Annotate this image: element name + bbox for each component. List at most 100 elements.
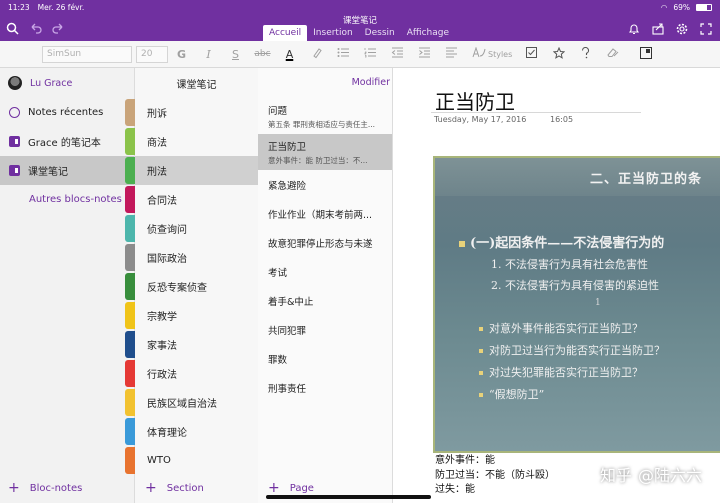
underline-button[interactable]: S (222, 48, 249, 61)
page-item[interactable]: 罪数 (258, 344, 392, 373)
full-width-icon[interactable] (632, 46, 659, 62)
tab-dessin[interactable]: Dessin (359, 25, 401, 41)
section-item[interactable]: 侦查询问 (125, 214, 258, 243)
bullet-list-icon[interactable] (330, 47, 357, 61)
section-item[interactable]: 宗教学 (125, 301, 258, 330)
section-color-tab (125, 186, 135, 213)
share-icon[interactable] (652, 23, 664, 38)
more-notebooks-link[interactable]: Autres blocs-notes (0, 185, 134, 214)
font-size-field[interactable]: 20 (136, 45, 168, 63)
ribbon-tabs: Accueil Insertion Dessin Affichage (263, 25, 455, 41)
font-color-button[interactable]: A (276, 48, 303, 61)
clear-format-icon[interactable] (599, 47, 626, 61)
section-item[interactable]: 商法 (125, 127, 258, 156)
gear-icon[interactable] (676, 23, 688, 38)
search-icon[interactable] (6, 22, 19, 39)
slide-line: “假想防卫” (479, 386, 544, 402)
slide-line: (一)起因条件——不法侵害行为的 (459, 232, 664, 251)
page-item[interactable]: 作业作业（期末考前两... (258, 199, 392, 228)
nb-class-notes[interactable]: 课堂笔记 (0, 156, 134, 185)
section-label: 国际政治 (147, 254, 187, 265)
bullet-icon (479, 327, 483, 331)
section-list: 刑诉商法刑法合同法侦查询问国际政治反恐专案侦查宗教学家事法行政法民族区域自治法体… (125, 98, 258, 475)
strikethrough-button[interactable]: abc (249, 49, 276, 59)
redo-icon[interactable] (52, 22, 65, 39)
highlighter-icon[interactable] (303, 47, 330, 62)
add-section-label: Section (166, 482, 204, 494)
font-name-field[interactable]: SimSun (42, 45, 132, 63)
section-item[interactable]: 刑法 (125, 156, 258, 185)
slide-line: 1. 不法侵害行为具有社会危害性 (491, 258, 648, 271)
page-item[interactable]: 刑事责任 (258, 373, 392, 402)
avatar (8, 76, 22, 90)
add-section-button[interactable]: + Section (135, 473, 258, 503)
section-label: 合同法 (147, 196, 177, 207)
tab-insertion[interactable]: Insertion (307, 25, 359, 41)
account-row[interactable]: Lu Grace (0, 68, 134, 98)
page-notes[interactable]: 意外事件：能 防卫过当：不能（防斗殴） 过失：能 (435, 454, 555, 498)
status-time: 11:23 (8, 2, 30, 12)
section-item[interactable]: 体育理论 (125, 417, 258, 446)
expand-icon[interactable] (700, 23, 712, 38)
slide-photo[interactable]: 二、正当防卫的条 (一)起因条件——不法侵害行为的 1. 不法侵害行为具有社会危… (433, 156, 720, 453)
page-item-title: 问题 (268, 105, 288, 117)
modify-button[interactable]: Modifier (352, 77, 390, 88)
slide-line: 对防卫过当行为能否实行正当防卫？ (479, 342, 665, 358)
page-item-preview: 第五条 罪刑责相适应与责任主... (268, 119, 376, 129)
status-bar: 11:23 Mer. 26 févr. ◠ 69% (0, 0, 720, 14)
nb-grace-notebook[interactable]: Grace 的笔记本 (0, 127, 134, 156)
slide-line: 对过失犯罪能否实行正当防卫？ (479, 364, 643, 380)
add-notebook-button[interactable]: + Bloc-notes (0, 473, 134, 503)
page-item-title: 着手&中止 (268, 296, 314, 308)
section-item[interactable]: WTO (125, 446, 258, 475)
styles-label[interactable]: Styles (488, 50, 512, 59)
section-label: 体育理论 (147, 428, 187, 439)
notebook-icon (9, 165, 20, 176)
tab-accueil[interactable]: Accueil (263, 25, 308, 41)
page-item[interactable]: 考试 (258, 257, 392, 286)
section-item[interactable]: 国际政治 (125, 243, 258, 272)
section-label: 家事法 (147, 341, 177, 352)
page-list: 问题 第五条 罪刑责相适应与责任主... 正当防卫 意外事件：能 防卫过当：不... 紧… (258, 98, 392, 402)
bold-button[interactable]: G (168, 48, 195, 61)
question-tag-icon[interactable] (572, 46, 599, 62)
section-item[interactable]: 反恐专案侦查 (125, 272, 258, 301)
watermark: 知乎 @陆六六 (600, 462, 702, 486)
page-item[interactable]: 正当防卫 意外事件：能 防卫过当：不... (258, 134, 392, 170)
bell-icon[interactable] (628, 23, 640, 38)
page-item[interactable]: 紧急避险 (258, 170, 392, 199)
todo-checkbox-icon[interactable] (518, 47, 545, 61)
section-label: 反恐专案侦查 (147, 283, 207, 294)
section-item[interactable]: 行政法 (125, 359, 258, 388)
page-item[interactable]: 着手&中止 (258, 286, 392, 315)
numbered-list-icon[interactable] (357, 47, 384, 61)
section-item[interactable]: 刑诉 (125, 98, 258, 127)
outdent-icon[interactable] (384, 47, 411, 61)
page-item-title: 故意犯罪停止形态与未遂 (268, 238, 373, 250)
page-canvas[interactable]: 正当防卫 Tuesday, May 17, 2016 16:05 二、正当防卫的… (393, 68, 720, 503)
star-icon[interactable] (545, 46, 572, 62)
home-indicator[interactable] (266, 495, 431, 499)
clock-icon (9, 107, 20, 118)
tab-affichage[interactable]: Affichage (401, 25, 455, 41)
notebook-icon (9, 136, 20, 147)
sections-pane: 课堂笔记 刑诉 商法 刑法 合同法 侦查询问 国际政治 反恐专案侦查 宗教学 家事法 行政法 民族区… (125, 68, 258, 503)
italic-button[interactable]: I (195, 48, 222, 61)
section-label: 商法 (147, 138, 167, 149)
page-item[interactable]: 共同犯罪 (258, 315, 392, 344)
page-item[interactable]: 问题第五条 罪刑责相适应与责任主... (258, 98, 392, 134)
section-item[interactable]: 民族区域自治法 (125, 388, 258, 417)
section-item[interactable]: 家事法 (125, 330, 258, 359)
page-item[interactable]: 故意犯罪停止形态与未遂 (258, 228, 392, 257)
align-icon[interactable] (438, 47, 465, 61)
indent-icon[interactable] (411, 47, 438, 61)
plus-icon: + (8, 480, 20, 496)
section-item[interactable]: 合同法 (125, 185, 258, 214)
section-label: 行政法 (147, 370, 177, 381)
user-name: Lu Grace (30, 77, 73, 89)
page-title[interactable]: 正当防卫 (435, 86, 515, 115)
section-color-tab (125, 302, 135, 329)
undo-icon[interactable] (29, 22, 42, 39)
nb-recent-notes[interactable]: Notes récentes (0, 98, 134, 127)
bullet-icon (479, 393, 483, 397)
